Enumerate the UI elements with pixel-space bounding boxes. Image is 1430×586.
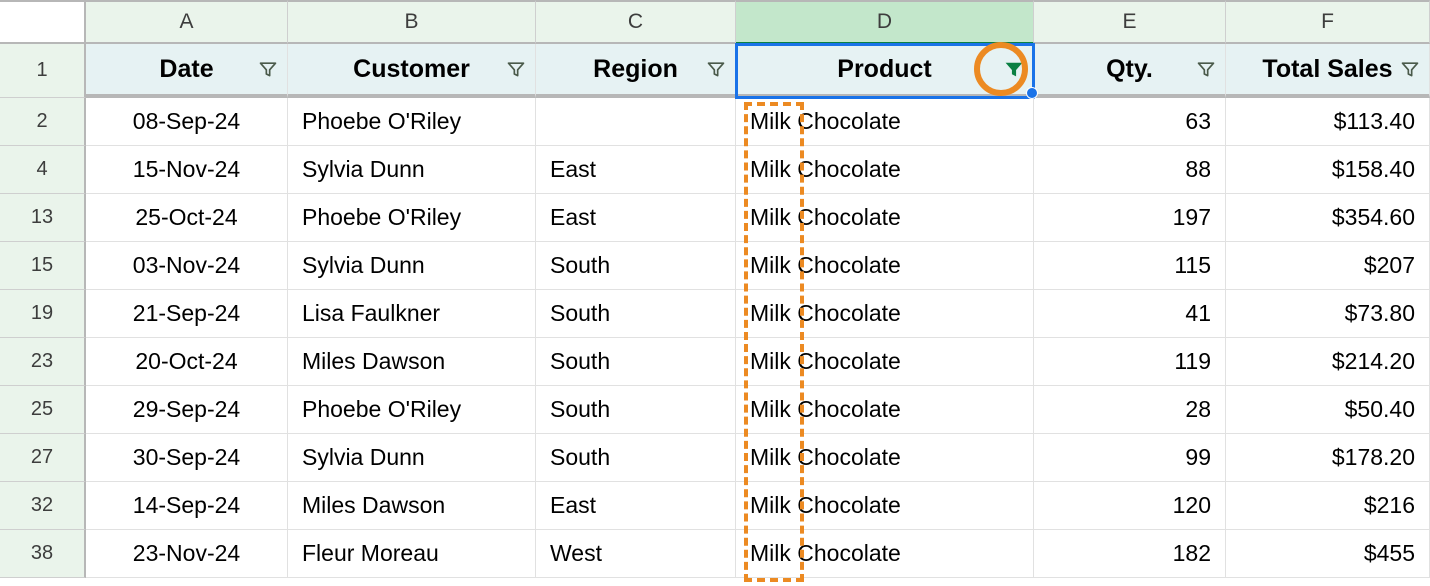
cell-product[interactable]: Milk Chocolate <box>736 98 1034 146</box>
cell-qty[interactable]: 197 <box>1034 194 1226 242</box>
header-product[interactable]: Product <box>736 44 1034 98</box>
cell-region[interactable]: South <box>536 386 736 434</box>
cell-qty[interactable]: 182 <box>1034 530 1226 578</box>
row-number[interactable]: 38 <box>0 530 86 578</box>
row-number-1[interactable]: 1 <box>0 44 86 98</box>
cell-total[interactable]: $455 <box>1226 530 1430 578</box>
cell-product[interactable]: Milk Chocolate <box>736 386 1034 434</box>
cell-date[interactable]: 29-Sep-24 <box>86 386 288 434</box>
cell-customer[interactable]: Sylvia Dunn <box>288 434 536 482</box>
cell-customer[interactable]: Phoebe O'Riley <box>288 194 536 242</box>
cell-qty[interactable]: 99 <box>1034 434 1226 482</box>
cell-customer[interactable]: Fleur Moreau <box>288 530 536 578</box>
cell-region[interactable]: South <box>536 242 736 290</box>
filter-icon[interactable] <box>1195 58 1217 80</box>
filter-icon[interactable] <box>257 58 279 80</box>
cell-qty[interactable]: 88 <box>1034 146 1226 194</box>
header-qty-label: Qty. <box>1044 55 1215 84</box>
row-number[interactable]: 13 <box>0 194 86 242</box>
filter-active-icon[interactable] <box>1003 58 1025 80</box>
column-letter-B[interactable]: B <box>288 0 536 44</box>
row-number[interactable]: 2 <box>0 98 86 146</box>
cell-region[interactable]: South <box>536 338 736 386</box>
cell-date[interactable]: 30-Sep-24 <box>86 434 288 482</box>
cell-product[interactable]: Milk Chocolate <box>736 242 1034 290</box>
cell-total[interactable]: $178.20 <box>1226 434 1430 482</box>
cell-region[interactable]: East <box>536 146 736 194</box>
row-number[interactable]: 32 <box>0 482 86 530</box>
filter-icon[interactable] <box>705 58 727 80</box>
cell-customer[interactable]: Sylvia Dunn <box>288 242 536 290</box>
cell-customer[interactable]: Miles Dawson <box>288 338 536 386</box>
cell-qty[interactable]: 119 <box>1034 338 1226 386</box>
cell-customer[interactable]: Miles Dawson <box>288 482 536 530</box>
cell-customer[interactable]: Sylvia Dunn <box>288 146 536 194</box>
cell-region[interactable]: East <box>536 194 736 242</box>
cell-region[interactable]: East <box>536 482 736 530</box>
cell-customer[interactable]: Phoebe O'Riley <box>288 386 536 434</box>
cell-date[interactable]: 25-Oct-24 <box>86 194 288 242</box>
cell-product[interactable]: Milk Chocolate <box>736 290 1034 338</box>
cell-total[interactable]: $354.60 <box>1226 194 1430 242</box>
cell-date[interactable]: 20-Oct-24 <box>86 338 288 386</box>
cell-total[interactable]: $73.80 <box>1226 290 1430 338</box>
cell-region[interactable]: South <box>536 290 736 338</box>
filter-icon[interactable] <box>505 58 527 80</box>
cell-qty[interactable]: 41 <box>1034 290 1226 338</box>
row-number[interactable]: 27 <box>0 434 86 482</box>
cell-qty[interactable]: 120 <box>1034 482 1226 530</box>
header-customer-label: Customer <box>298 55 525 84</box>
header-date[interactable]: Date <box>86 44 288 98</box>
cell-qty[interactable]: 63 <box>1034 98 1226 146</box>
cell-product[interactable]: Milk Chocolate <box>736 530 1034 578</box>
header-qty[interactable]: Qty. <box>1034 44 1226 98</box>
cell-date[interactable]: 21-Sep-24 <box>86 290 288 338</box>
cell-total[interactable]: $113.40 <box>1226 98 1430 146</box>
cell-region[interactable]: West <box>536 530 736 578</box>
cell-customer[interactable]: Phoebe O'Riley <box>288 98 536 146</box>
column-letter-D[interactable]: D <box>736 0 1034 44</box>
column-letter-F[interactable]: F <box>1226 0 1430 44</box>
header-product-label: Product <box>746 55 1023 84</box>
cell-product[interactable]: Milk Chocolate <box>736 482 1034 530</box>
cell-date[interactable]: 14-Sep-24 <box>86 482 288 530</box>
cell-product[interactable]: Milk Chocolate <box>736 338 1034 386</box>
cell-date[interactable]: 15-Nov-24 <box>86 146 288 194</box>
header-total-label: Total Sales <box>1236 55 1419 84</box>
cell-product[interactable]: Milk Chocolate <box>736 434 1034 482</box>
header-region[interactable]: Region <box>536 44 736 98</box>
cell-product[interactable]: Milk Chocolate <box>736 146 1034 194</box>
cell-date[interactable]: 08-Sep-24 <box>86 98 288 146</box>
cell-total[interactable]: $214.20 <box>1226 338 1430 386</box>
header-region-label: Region <box>546 55 725 84</box>
filter-icon[interactable] <box>1399 58 1421 80</box>
header-customer[interactable]: Customer <box>288 44 536 98</box>
row-number[interactable]: 25 <box>0 386 86 434</box>
cell-date[interactable]: 03-Nov-24 <box>86 242 288 290</box>
cell-product[interactable]: Milk Chocolate <box>736 194 1034 242</box>
spreadsheet-grid: A B C D E F 1 Date Customer Region Produ… <box>0 0 1430 578</box>
cell-qty[interactable]: 28 <box>1034 386 1226 434</box>
column-letter-C[interactable]: C <box>536 0 736 44</box>
row-number[interactable]: 15 <box>0 242 86 290</box>
column-letter-E[interactable]: E <box>1034 0 1226 44</box>
cell-total[interactable]: $207 <box>1226 242 1430 290</box>
header-total-sales[interactable]: Total Sales <box>1226 44 1430 98</box>
column-letter-A[interactable]: A <box>86 0 288 44</box>
header-date-label: Date <box>96 55 277 84</box>
cell-date[interactable]: 23-Nov-24 <box>86 530 288 578</box>
cell-customer[interactable]: Lisa Faulkner <box>288 290 536 338</box>
cell-total[interactable]: $158.40 <box>1226 146 1430 194</box>
cell-total[interactable]: $216 <box>1226 482 1430 530</box>
cell-total[interactable]: $50.40 <box>1226 386 1430 434</box>
cell-qty[interactable]: 115 <box>1034 242 1226 290</box>
row-number[interactable]: 4 <box>0 146 86 194</box>
select-all-corner[interactable] <box>0 0 86 44</box>
row-number[interactable]: 19 <box>0 290 86 338</box>
row-number[interactable]: 23 <box>0 338 86 386</box>
cell-region[interactable]: South <box>536 434 736 482</box>
cell-region[interactable] <box>536 98 736 146</box>
